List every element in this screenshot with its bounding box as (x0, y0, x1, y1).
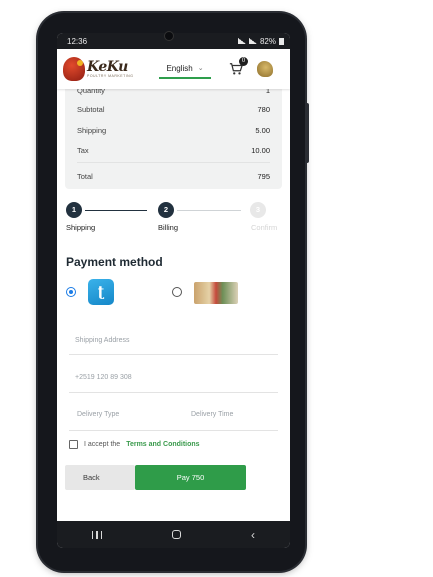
logo-text: KeKu POULTRY MARKETING (87, 60, 133, 79)
step-3-label: Confirm (251, 223, 278, 232)
step-connector-2 (177, 210, 241, 211)
summary-value: 5.00 (255, 126, 270, 135)
language-label: English (166, 63, 193, 73)
battery-percent: 82% (259, 36, 276, 46)
logo-word: KeKu (87, 58, 128, 75)
cart-button[interactable]: 0 (229, 57, 248, 76)
summary-label: Shipping (77, 126, 107, 135)
summary-row-tax: Tax 10.00 (77, 146, 270, 155)
shipping-address-placeholder: Shipping Address (75, 337, 130, 344)
summary-total-value: 795 (257, 172, 270, 181)
order-summary: Quantity 1 Subtotal 780 Shipping 5.00 Ta… (65, 86, 282, 189)
summary-row-shipping: Shipping 5.00 (77, 126, 270, 135)
status-icons: 82% (237, 36, 284, 46)
step-1-label: Shipping (66, 223, 96, 232)
summary-value: 780 (257, 105, 270, 114)
chevron-down-icon: ⌄ (197, 65, 204, 72)
signal-icon-2 (248, 38, 257, 44)
front-camera (165, 32, 173, 40)
step-2-label: Billing (158, 223, 179, 232)
battery-icon (279, 37, 284, 45)
app-header: KeKu POULTRY MARKETING English ⌄ 0 (57, 49, 290, 89)
bank-radio[interactable] (172, 287, 182, 297)
logo-tagline: POULTRY MARKETING (87, 73, 134, 78)
summary-label: Tax (77, 146, 89, 155)
status-bar: 12:36 82% (57, 33, 290, 49)
summary-row-total: Total 795 (77, 172, 270, 181)
delivery-row: Delivery Type Delivery Time (69, 407, 278, 431)
rooster-logo-icon (63, 57, 85, 81)
signal-icon (237, 38, 246, 44)
delivery-time-select[interactable]: Delivery Time (191, 411, 233, 418)
telebirr-radio[interactable] (66, 287, 76, 297)
summary-label: Subtotal (77, 105, 105, 114)
back-nav-icon[interactable]: ‹ (251, 528, 255, 542)
phone-value: +2519 120 89 308 (75, 374, 132, 381)
recents-icon[interactable] (92, 530, 102, 539)
brand-logo[interactable]: KeKu POULTRY MARKETING (63, 57, 143, 81)
terms-prefix: I accept the (84, 441, 121, 448)
step-1-indicator: 1 (66, 202, 82, 218)
summary-total-label: Total (77, 172, 93, 181)
android-nav-bar: ‹ (57, 521, 290, 548)
delivery-type-select[interactable]: Delivery Type (77, 411, 119, 418)
side-button (305, 103, 309, 163)
language-select[interactable]: English ⌄ (159, 59, 211, 79)
step-2-indicator: 2 (158, 202, 174, 218)
summary-row-subtotal: Subtotal 780 (77, 105, 270, 114)
payment-options: ʈ (66, 279, 281, 307)
home-icon[interactable] (172, 530, 181, 539)
status-time: 12:36 (67, 36, 88, 46)
shipping-address-field[interactable]: Shipping Address (69, 335, 278, 355)
cart-count-badge: 0 (239, 57, 248, 66)
terms-row: I accept the Terms and Conditions (69, 440, 200, 449)
payment-method-title: Payment method (66, 255, 163, 269)
terms-link[interactable]: Terms and Conditions (126, 441, 199, 448)
terms-checkbox[interactable] (69, 440, 78, 449)
bank-transfer-icon[interactable] (194, 282, 238, 304)
telebirr-logo-icon[interactable]: ʈ (88, 279, 114, 305)
step-3-indicator: 3 (250, 202, 266, 218)
pay-button[interactable]: Pay 750 (135, 465, 246, 490)
checkout-content[interactable]: Quantity 1 Subtotal 780 Shipping 5.00 Ta… (57, 86, 290, 521)
phone-field[interactable]: +2519 120 89 308 (69, 371, 278, 393)
profile-hen-icon[interactable] (257, 61, 273, 77)
phone-screen: 12:36 82% KeKu POULTRY MARKETING English… (57, 33, 290, 548)
checkout-stepper: 1 2 3 Shipping Billing Confirm (57, 202, 290, 242)
summary-divider (77, 162, 270, 163)
summary-value: 10.00 (251, 146, 270, 155)
back-button[interactable]: Back (65, 465, 135, 490)
step-connector-1 (85, 210, 147, 211)
